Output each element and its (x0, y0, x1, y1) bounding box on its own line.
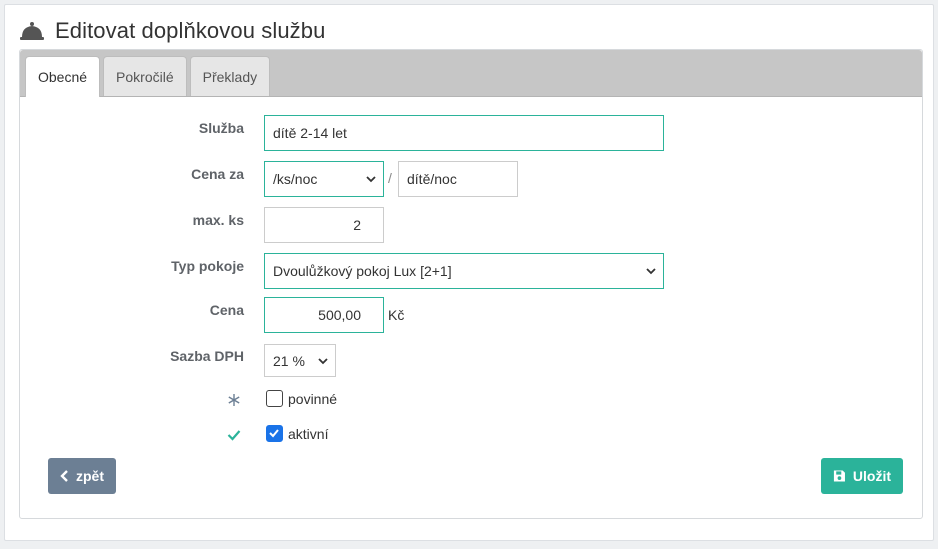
aktivni-checkbox[interactable] (266, 425, 283, 442)
back-button-label: zpět (76, 468, 104, 484)
form-card: Obecné Pokročilé Překlady Služba dítě 2-… (19, 49, 923, 519)
sluzba-value: dítě 2-14 let (273, 125, 347, 141)
cena-za-unit-value: dítě/noc (407, 171, 457, 187)
floppy-disk-icon (833, 470, 845, 482)
sluzba-label: Služba (198, 120, 244, 136)
sazba-dph-label: Sazba DPH (170, 348, 244, 364)
tab-preklady[interactable]: Překlady (189, 56, 271, 96)
cena-za-select[interactable]: /ks/noc (264, 161, 384, 197)
sazba-dph-select[interactable]: 21 % (264, 344, 336, 377)
bell-icon (20, 22, 44, 40)
tab-pokrocile[interactable]: Pokročilé (103, 56, 187, 96)
chevron-down-icon (366, 176, 376, 183)
max-ks-label: max. ks (192, 212, 244, 228)
checkmark-icon (269, 429, 279, 438)
sazba-dph-value: 21 % (273, 352, 305, 369)
tab-obecne[interactable]: Obecné (25, 56, 101, 97)
cena-za-label: Cena za (191, 166, 244, 182)
max-ks-input[interactable]: 2 (264, 207, 384, 243)
save-button-label: Uložit (852, 468, 891, 484)
check-icon (227, 430, 241, 441)
aktivni-label: aktivní (288, 426, 329, 442)
cena-value: 500,00 (318, 307, 361, 323)
povinne-checkbox[interactable] (266, 390, 283, 407)
cena-label: Cena (209, 302, 244, 318)
povinne-label: povinné (288, 391, 338, 407)
chevron-down-icon (318, 357, 328, 364)
save-button[interactable]: Uložit (821, 458, 903, 494)
cena-za-unit-input[interactable]: dítě/noc (398, 161, 518, 197)
currency-label: Kč (388, 307, 405, 323)
cena-za-value: /ks/noc (273, 171, 318, 187)
typ-pokoje-value: Dvoulůžkový pokoj Lux [2+1] (273, 263, 452, 279)
page-header: Editovat doplňkovou službu (19, 15, 325, 47)
tab-bar: Obecné Pokročilé Překlady (20, 50, 922, 97)
asterisk-icon (228, 394, 240, 406)
chevron-left-icon (60, 470, 68, 482)
typ-pokoje-select[interactable]: Dvoulůžkový pokoj Lux [2+1] (264, 253, 664, 289)
page-title: Editovat doplňkovou službu (55, 18, 326, 43)
unit-separator: / (388, 170, 392, 186)
back-button[interactable]: zpět (48, 458, 116, 494)
sluzba-input[interactable]: dítě 2-14 let (264, 115, 664, 151)
chevron-down-icon (646, 268, 656, 275)
typ-pokoje-label: Typ pokoje (171, 258, 244, 274)
cena-input[interactable]: 500,00 (264, 297, 384, 333)
max-ks-value: 2 (353, 217, 361, 233)
main-panel: Editovat doplňkovou službu Obecné Pokroč… (4, 4, 934, 541)
